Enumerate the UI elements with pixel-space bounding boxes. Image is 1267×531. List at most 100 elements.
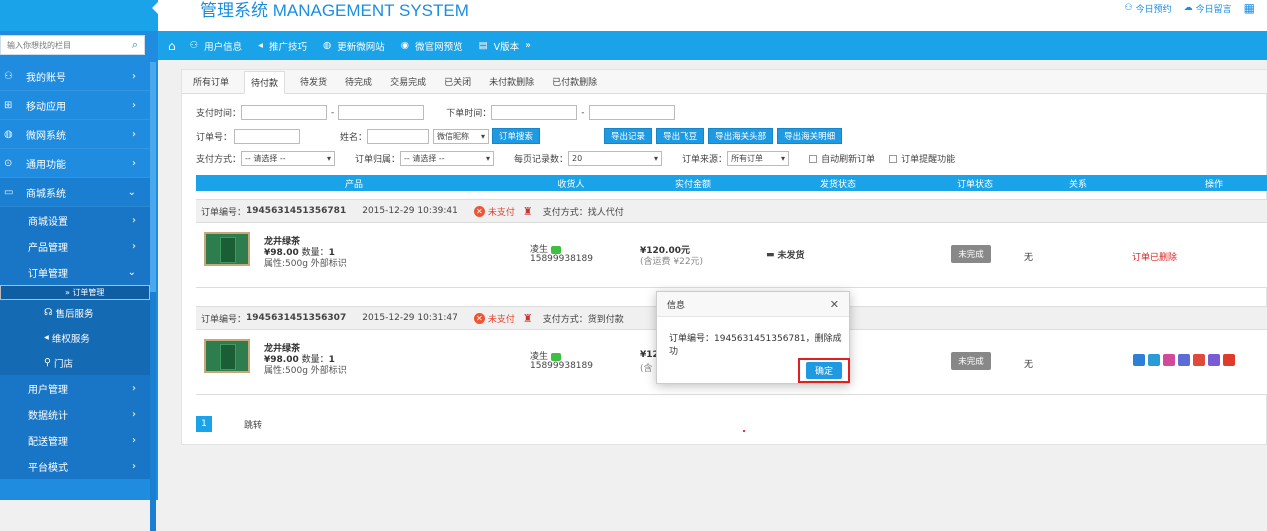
col-relation: 关系 <box>1068 179 1087 190</box>
order-status-button[interactable]: 未完成 <box>951 245 991 263</box>
sidebar-item-mall[interactable]: ▭ 商城系统 ⌄ <box>0 178 150 207</box>
detail-icon[interactable] <box>1133 354 1145 366</box>
tab-all[interactable]: 所有订单 <box>190 70 232 93</box>
search-circle-icon[interactable] <box>1193 354 1205 366</box>
pay-method-select[interactable]: -- 请选择 -- ▾ <box>241 151 336 166</box>
order-tabs: 所有订单 待付款 待发货 待完成 交易完成 已关闭 未付款删除 已付款删除 <box>182 70 1267 94</box>
date-dash: - <box>331 107 335 118</box>
product-image <box>204 232 250 266</box>
tab-pending-complete[interactable]: 待完成 <box>342 70 375 93</box>
order-time-end-input[interactable] <box>588 105 675 120</box>
pay-time-end-input[interactable] <box>338 105 425 120</box>
status-badge: ✕ 未支付 <box>473 312 515 325</box>
headset-icon: ☊ <box>44 307 53 318</box>
message-icon[interactable] <box>1208 354 1220 366</box>
sidebar-menu: ⚇ 我的账号 › ⊞ 移动应用 › ◍ 微网系统 › ⊙ 通用功能 › ▭ 商城系统 ⌄ 商城设置 ›… <box>0 62 150 479</box>
sidebar-sub-delivery[interactable]: 配送管理 › <box>0 427 150 453</box>
order-time-start-input[interactable] <box>491 105 578 120</box>
caret-down-icon: ▾ <box>486 154 491 163</box>
name-type-select[interactable]: 微信昵称 ▾ <box>433 128 490 144</box>
today-message-link[interactable]: ☁ 今日留言 <box>1184 2 1232 15</box>
truck-icon: ▬ <box>766 249 775 260</box>
chevron-right-icon: › <box>132 240 136 252</box>
today-appointment-link[interactable]: ⚇ 今日预约 <box>1125 2 1172 15</box>
nav-update-site[interactable]: ◍ 更新微网站 <box>323 39 385 53</box>
per-page-label: 每页记录数： <box>514 155 569 165</box>
sidebar-sub-platform[interactable]: 平台模式 › <box>0 453 150 479</box>
page-1-button[interactable]: 1 <box>196 416 212 432</box>
home-icon[interactable]: ⌂ <box>168 39 176 53</box>
jump-button[interactable]: 跳转 <box>244 418 262 431</box>
sidebar: ⌕ ⚇我的账号› ⊞移动应用› ◍微网系统› ⊙通用功能› ▭商城系统⌄ 商城设… <box>0 31 158 531</box>
sidebar-search-input[interactable] <box>7 40 117 50</box>
per-page-select[interactable]: 20 ▾ <box>568 151 663 166</box>
order-search-button[interactable]: 订单搜索 <box>492 128 541 144</box>
sidebar-item-mobile-apps[interactable]: ⊞ 移动应用 › <box>0 91 150 120</box>
close-circle-icon: ✕ <box>473 312 485 324</box>
name-input[interactable] <box>367 128 430 144</box>
sidebar-sub-statistics[interactable]: 数据统计 › <box>0 401 150 427</box>
filter-row-3: 支付方式： -- 请选择 -- ▾ 订单归属： -- 请选择 -- ▾ 每页记录数：… <box>196 151 955 166</box>
order-time: 2015-12-29 10:39:41 <box>362 206 458 216</box>
tag-icon[interactable] <box>1163 354 1175 366</box>
logo-area <box>0 0 158 31</box>
sidebar-subsub-rights[interactable]: ◂ 维权服务 <box>0 325 150 350</box>
order-source-select[interactable]: 所有订单 ▾ <box>727 151 790 166</box>
export-customs-header-button[interactable]: 导出海关头部 <box>708 128 774 144</box>
sidebar-sub-mall-settings[interactable]: 商城设置 › <box>0 207 150 233</box>
col-amount: 实付金额 <box>674 179 711 190</box>
search-icon[interactable]: ⌕ <box>132 38 138 52</box>
tab-closed[interactable]: 已关闭 <box>441 70 474 93</box>
sidebar-item-general[interactable]: ⊙ 通用功能 › <box>0 149 150 178</box>
sidebar-item-micro-site[interactable]: ◍ 微网系统 › <box>0 120 150 149</box>
close-icon[interactable]: ✕ <box>830 298 839 311</box>
order-status-button[interactable]: 未完成 <box>951 352 991 370</box>
dialog-message: 订单编号：1945631451356781，删除成功 <box>669 334 842 357</box>
sidebar-subsub-order-mgmt[interactable]: » 订单管理 <box>0 285 150 300</box>
export-customs-detail-button[interactable]: 导出海关明细 <box>777 128 843 144</box>
order-owner-select[interactable]: -- 请选择 -- ▾ <box>400 151 495 166</box>
caret-down-icon: ▾ <box>327 154 332 163</box>
sidebar-subsub-after-sales[interactable]: ☊ 售后服务 <box>0 300 150 325</box>
export-feidou-button[interactable]: 导出飞豆 <box>656 128 705 144</box>
checkbox[interactable] <box>889 154 898 163</box>
export-records-button[interactable]: 导出记录 <box>604 128 653 144</box>
order-remind-checkbox[interactable]: 订单提醒功能 <box>889 152 955 165</box>
checkbox[interactable] <box>809 154 818 163</box>
auto-refresh-checkbox[interactable]: 自动刷新订单 <box>809 152 875 165</box>
qrcode-icon[interactable]: ▦ <box>1244 1 1255 15</box>
pay-time-start-input[interactable] <box>241 105 328 120</box>
confirm-button[interactable]: 确定 <box>806 362 842 379</box>
trash-icon[interactable] <box>1223 354 1235 366</box>
tab-completed[interactable]: 交易完成 <box>387 70 429 93</box>
sidebar-subsub-store[interactable]: ⚲ 门店 <box>0 350 150 375</box>
shipping-fee: (含运费 ¥22元) <box>640 257 704 267</box>
nav-user-info[interactable]: ⚇ 用户信息 <box>190 39 243 53</box>
money-bag-icon: ♜ <box>522 311 533 325</box>
wechat-icon <box>550 352 561 361</box>
edit-icon[interactable] <box>1148 354 1160 366</box>
nav-version[interactable]: ▤ V版本» <box>479 39 531 53</box>
sidebar-sub-user-mgmt[interactable]: 用户管理 › <box>0 375 150 401</box>
order-no-input[interactable] <box>234 128 301 144</box>
header-links: ⚇ 今日预约 ☁ 今日留言 ▦ <box>1125 1 1255 15</box>
tab-unpaid-deleted[interactable]: 未付款删除 <box>486 70 537 93</box>
tab-paid-deleted[interactable]: 已付款删除 <box>549 70 600 93</box>
sidebar-scrollbar[interactable] <box>150 62 156 531</box>
doc-icon: ▤ <box>478 40 488 51</box>
status-badge: ✕ 未支付 <box>473 205 515 218</box>
nav-promo-tips[interactable]: ◂ 推广技巧 <box>258 39 307 53</box>
nav-preview[interactable]: ◉ 微官网预览 <box>401 39 463 53</box>
user-icon: ⚇ <box>4 70 13 82</box>
cart-icon: ▭ <box>4 186 14 198</box>
order-number: 1945631451356781 <box>246 206 347 216</box>
page-jump-input[interactable] <box>212 416 242 432</box>
sidebar-sub-product-mgmt[interactable]: 产品管理 › <box>0 233 150 259</box>
tab-pending-payment[interactable]: 待付款 <box>244 70 286 94</box>
pencil-icon[interactable] <box>1178 354 1190 366</box>
tab-pending-shipment[interactable]: 待发货 <box>297 70 330 93</box>
sidebar-sub-order-mgmt[interactable]: 订单管理 ⌄ <box>0 259 150 285</box>
chat-icon: ☁ <box>1183 3 1193 13</box>
sidebar-scroll-thumb[interactable] <box>150 62 156 292</box>
sidebar-item-account[interactable]: ⚇ 我的账号 › <box>0 62 150 91</box>
